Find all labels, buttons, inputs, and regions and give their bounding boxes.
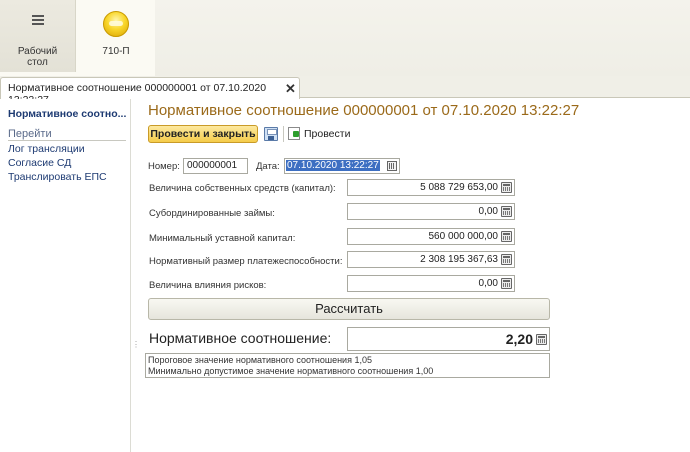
field-label-solvency-margin: Нормативный размер платежеспособности:	[149, 256, 343, 267]
risk-impact-value: 0,00	[478, 278, 498, 289]
own-funds-input[interactable]: 5 088 729 653,00	[347, 179, 515, 196]
close-icon[interactable]: ✕	[285, 81, 296, 97]
calculate-button[interactable]: Рассчитать	[148, 298, 550, 320]
calculator-icon[interactable]	[501, 231, 512, 242]
nav-goto-header: Перейти	[8, 128, 52, 140]
date-label: Дата:	[256, 161, 280, 172]
toolbar-separator	[283, 126, 284, 142]
subordinated-loans-input[interactable]: 0,00	[347, 203, 515, 220]
yellow-circle-icon	[103, 11, 129, 37]
tab-document[interactable]: Нормативное соотношение 000000001 от 07.…	[0, 77, 300, 106]
risk-impact-input[interactable]: 0,00	[347, 275, 515, 292]
page-title: Нормативное соотношение 000000001 от 07.…	[148, 102, 580, 119]
navigation-panel: Нормативное соотно... Перейти Лог трансл…	[0, 99, 131, 452]
note-minimum: Минимально допустимое значение нормативн…	[148, 365, 434, 376]
nav-link-board-consent[interactable]: Согласие СД	[8, 157, 71, 169]
number-input[interactable]: 000000001	[183, 158, 248, 174]
note-threshold: Пороговое значение нормативного соотноше…	[148, 355, 372, 365]
field-label-min-capital: Минимальный уставной капитал:	[149, 233, 296, 244]
calculator-icon[interactable]	[501, 182, 512, 193]
ratio-value: 2,20	[505, 331, 533, 347]
post-document-icon	[288, 127, 300, 140]
calculator-icon[interactable]	[501, 206, 512, 217]
nav-current-item[interactable]: Нормативное соотно...	[8, 108, 126, 120]
calendar-icon[interactable]	[387, 161, 397, 171]
post-and-close-button[interactable]: Провести и закрыть	[148, 125, 258, 143]
notes-box: Пороговое значение нормативного соотноше…	[145, 353, 550, 378]
sections-panel-background	[155, 0, 690, 76]
section-desktop-label: Рабочий стол	[17, 46, 58, 68]
calculator-icon[interactable]	[501, 278, 512, 289]
min-capital-input[interactable]: 560 000 000,00	[347, 228, 515, 245]
section-desktop-button[interactable]: Рабочий стол	[0, 0, 76, 72]
calculator-icon[interactable]	[501, 254, 512, 265]
nav-link-translate-eps[interactable]: Транслировать ЕПС	[8, 171, 107, 183]
field-label-subordinated-loans: Субординированные займы:	[149, 208, 275, 219]
hamburger-icon	[31, 15, 44, 27]
number-label: Номер:	[148, 161, 180, 172]
post-button[interactable]: Провести	[288, 127, 350, 141]
solvency-margin-value: 2 308 195 367,63	[420, 254, 498, 265]
date-input[interactable]: 07.10.2020 13:22:27	[284, 158, 400, 174]
sections-panel: Рабочий стол 710-П	[0, 0, 690, 76]
own-funds-value: 5 088 729 653,00	[420, 182, 498, 193]
post-button-label: Провести	[304, 128, 351, 140]
resize-handle[interactable]: ⋮	[132, 340, 140, 349]
min-capital-value: 560 000 000,00	[428, 231, 498, 242]
solvency-margin-input[interactable]: 2 308 195 367,63	[347, 251, 515, 268]
nav-link-translation-log[interactable]: Лог трансляции	[8, 143, 85, 155]
field-label-own-funds: Величина собственных средств (капитал):	[149, 183, 336, 194]
subordinated-loans-value: 0,00	[478, 206, 498, 217]
field-label-risk-impact: Величина влияния рисков:	[149, 280, 267, 291]
date-value: 07.10.2020 13:22:27	[286, 160, 380, 171]
ratio-label: Нормативное соотношение:	[149, 330, 332, 346]
save-icon[interactable]	[264, 127, 278, 141]
section-710p-button[interactable]: 710-П	[77, 0, 155, 72]
ratio-input[interactable]: 2,20	[347, 327, 550, 351]
calculator-icon[interactable]	[536, 334, 547, 345]
tab-bar: Нормативное соотношение 000000001 от 07.…	[0, 76, 690, 106]
section-710p-label: 710-П	[102, 46, 130, 57]
nav-divider	[8, 140, 126, 141]
